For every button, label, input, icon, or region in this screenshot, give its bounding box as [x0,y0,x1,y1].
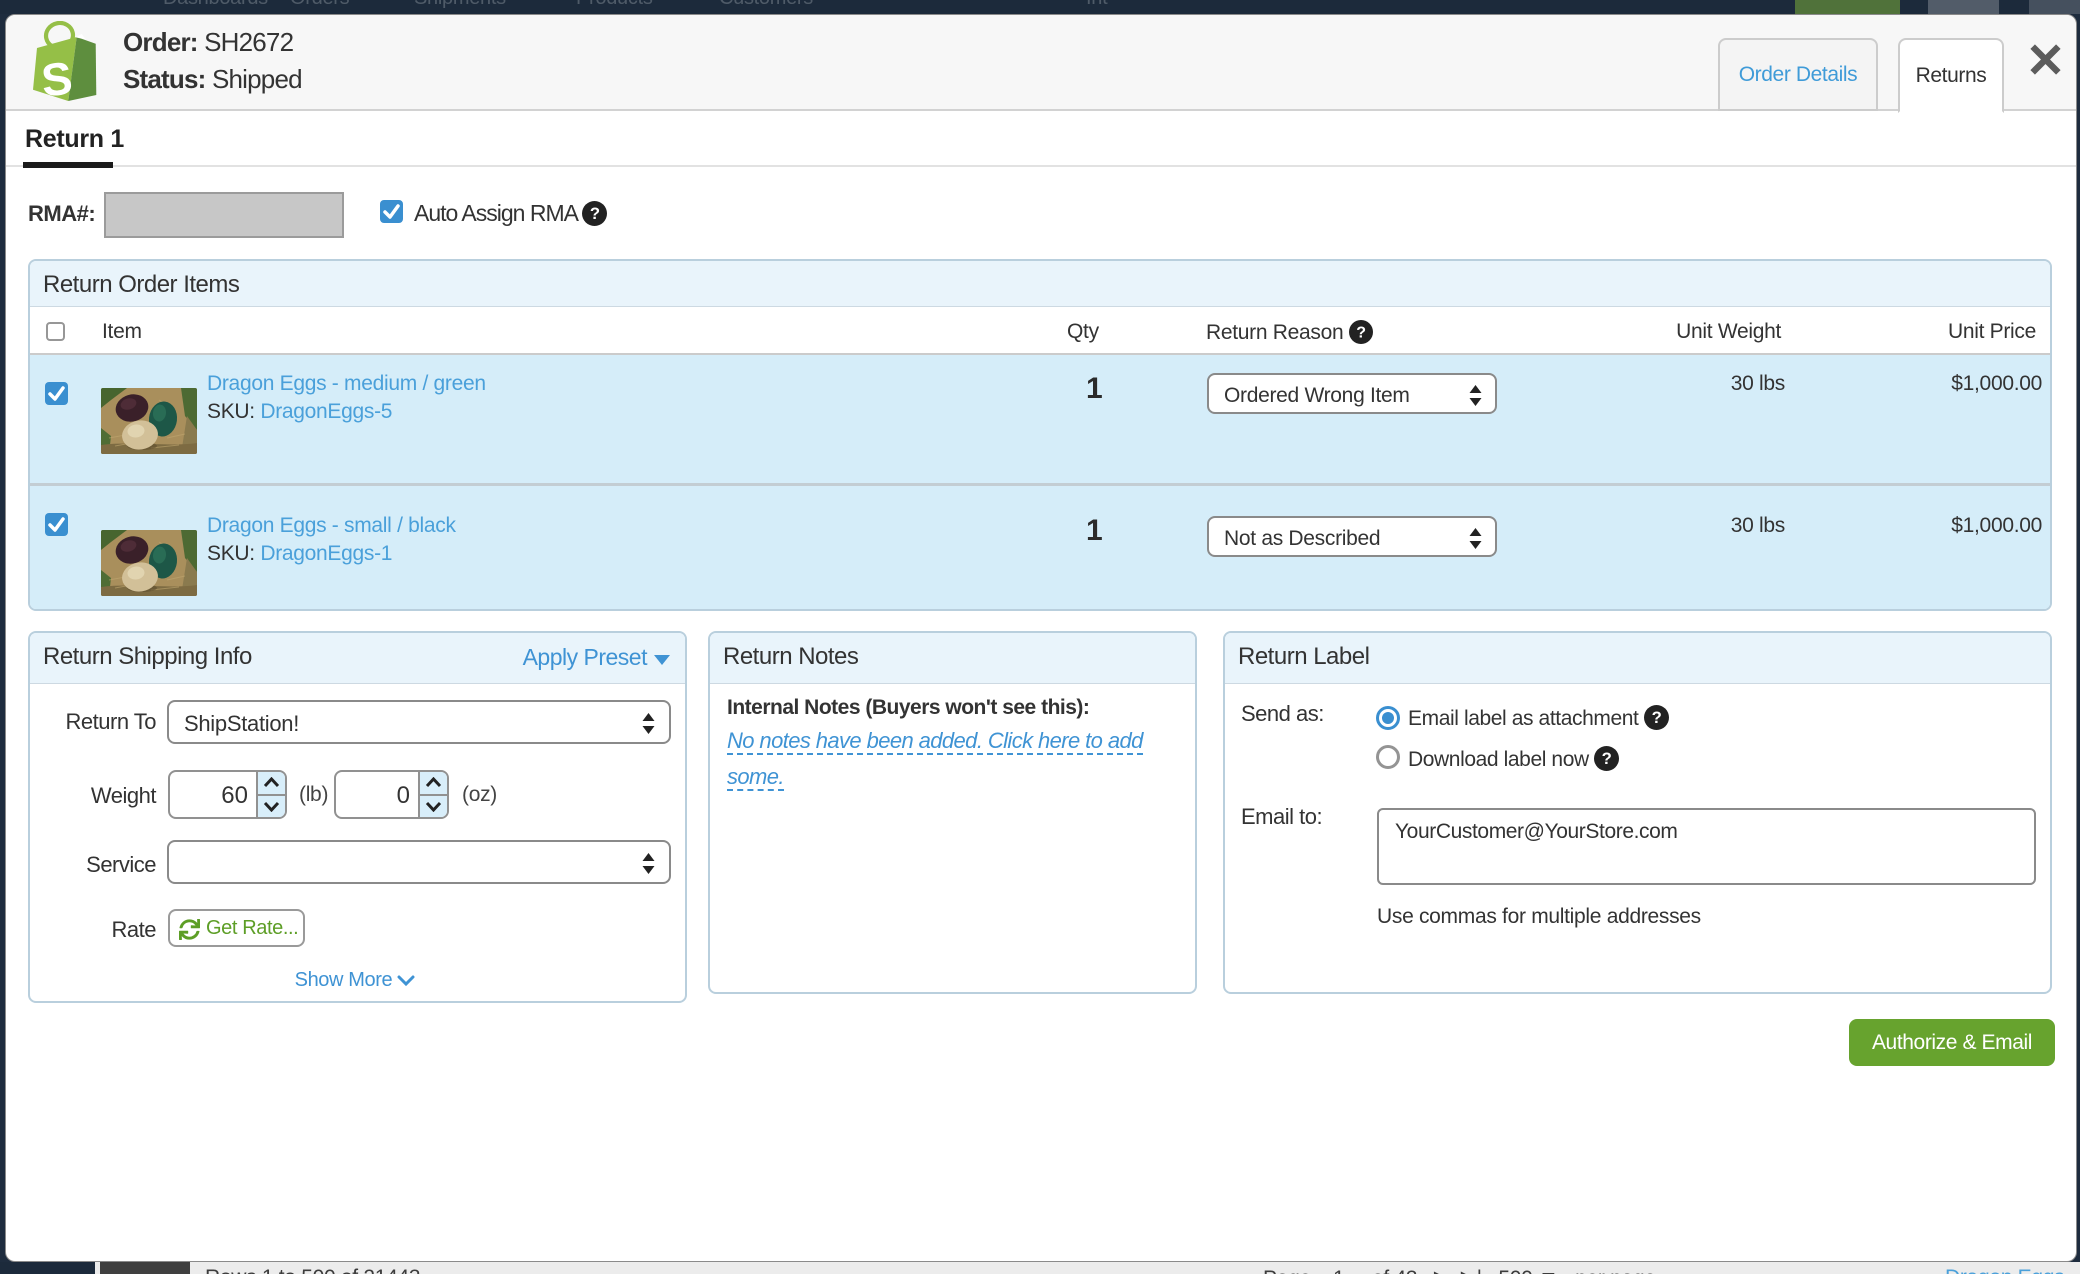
svg-text:S: S [39,52,75,103]
svg-text:?: ? [1602,749,1612,768]
svg-text:?: ? [590,204,600,223]
svg-text:?: ? [1652,708,1662,727]
svg-text:?: ? [1356,325,1365,342]
